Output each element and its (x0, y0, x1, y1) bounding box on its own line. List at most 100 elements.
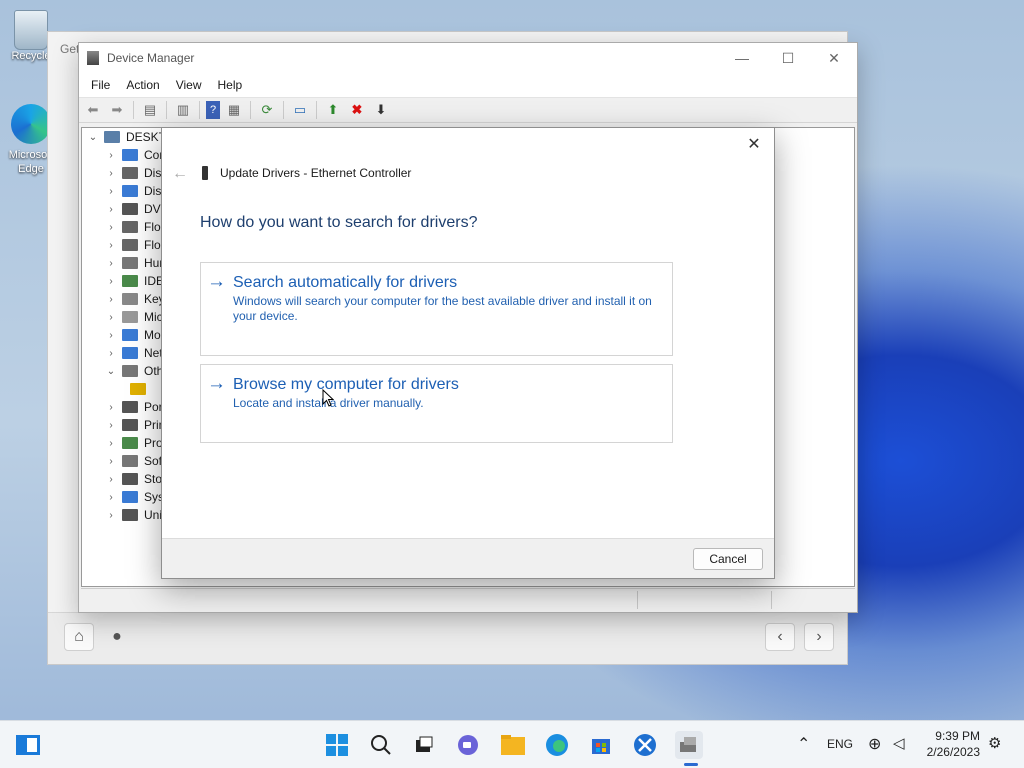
home-button[interactable]: ⌂ (64, 623, 94, 651)
snipping-tool-button[interactable] (631, 731, 659, 759)
search-button[interactable] (367, 731, 395, 759)
dialog-back-button[interactable]: ← (168, 164, 192, 184)
chevron-down-icon[interactable]: ⌄ (86, 132, 100, 143)
tree-category[interactable]: › Disk (104, 164, 167, 182)
chevron-right-icon[interactable]: › (104, 168, 118, 179)
tree-category[interactable]: › Net (104, 344, 162, 362)
dialog-close-button[interactable]: ✕ (740, 132, 768, 156)
download-icon[interactable]: ⬇ (371, 101, 391, 119)
menu-file[interactable]: File (83, 78, 118, 92)
background-window-footer: ⌂ ● ‹ › (48, 612, 847, 664)
globe-icon: ⊕ (868, 736, 882, 753)
close-icon: ✕ (828, 49, 840, 66)
search-icon (371, 735, 391, 755)
task-view-button[interactable] (410, 731, 438, 759)
account-button[interactable]: ● (102, 623, 132, 651)
tree-category[interactable]: › DVD (104, 200, 169, 218)
chevron-right-icon[interactable]: › (104, 420, 118, 431)
show-hidden-icons-button[interactable]: ⌃ (797, 734, 810, 754)
file-explorer-button[interactable] (499, 731, 527, 759)
chevron-right-icon[interactable]: › (104, 222, 118, 233)
chevron-right-icon[interactable]: › (104, 438, 118, 449)
resource-view-icon[interactable]: ▦ (224, 101, 244, 119)
tree-category[interactable]: › Flop (104, 236, 167, 254)
uninstall-device-icon[interactable]: ✖ (347, 101, 367, 119)
chevron-right-icon[interactable]: › (104, 330, 118, 341)
menu-help[interactable]: Help (210, 78, 251, 92)
close-button[interactable]: ✕ (811, 43, 857, 73)
search-automatically-option[interactable]: → Search automatically for drivers Windo… (200, 262, 673, 356)
tree-category[interactable]: › Uni (104, 506, 162, 524)
tree-child-device[interactable] (126, 380, 152, 398)
chevron-right-icon[interactable]: › (104, 510, 118, 521)
chevron-right-icon[interactable]: › (104, 348, 118, 359)
menu-action[interactable]: Action (118, 78, 167, 92)
clock[interactable]: 9:39 PM 2/26/2023 (927, 728, 980, 760)
tree-category[interactable]: ⌄ Oth (104, 362, 164, 380)
chevron-right-icon[interactable]: › (104, 456, 118, 467)
language-indicator[interactable]: ENG (827, 737, 853, 751)
tree-category[interactable]: › Cor (104, 146, 163, 164)
chevron-right-icon[interactable]: › (104, 258, 118, 269)
chevron-right-icon[interactable]: › (104, 204, 118, 215)
chevron-down-icon[interactable]: ⌄ (104, 366, 118, 377)
tree-category[interactable]: › Hun (104, 254, 166, 272)
tree-category[interactable]: › Pro (104, 434, 162, 452)
start-button[interactable] (323, 731, 351, 759)
tree-category[interactable]: › Soft (104, 452, 165, 470)
chevron-up-icon: ⌃ (797, 736, 811, 753)
toolbar: ⬅ ➡ ▤ ▥ ? ▦ ⟳ ▭ ⬆ ✖ ⬇ (79, 97, 857, 123)
chevron-right-icon[interactable]: › (104, 492, 118, 503)
tree-category[interactable]: › Mic (104, 308, 163, 326)
tree-item-label: Mic (144, 310, 163, 324)
minimize-button[interactable]: — (719, 43, 765, 73)
widgets-icon (16, 735, 40, 755)
tree-category[interactable]: › Mo (104, 326, 160, 344)
dialog-question: How do you want to search for drivers? (200, 214, 478, 231)
tree-category[interactable]: › Stor (104, 470, 166, 488)
chevron-right-icon[interactable]: › (104, 402, 118, 413)
tree-item-label: Uni (144, 508, 163, 522)
background-window-title: Get (60, 42, 80, 56)
device-manager-taskbar-button[interactable] (675, 731, 703, 759)
enable-device-icon[interactable]: ⬆ (323, 101, 343, 119)
chevron-right-icon[interactable]: › (104, 186, 118, 197)
browse-computer-option[interactable]: → Browse my computer for drivers Locate … (200, 364, 673, 443)
show-hidden-icon[interactable]: ▥ (173, 101, 193, 119)
chevron-right-icon[interactable]: › (104, 240, 118, 251)
widgets-button[interactable] (14, 731, 42, 759)
tree-category[interactable]: › Disp (104, 182, 168, 200)
tree-category[interactable]: › Prin (104, 416, 165, 434)
volume-button[interactable]: ◁ (893, 734, 905, 752)
tree-category[interactable]: › Flop (104, 218, 167, 236)
update-drivers-dialog: ✕ ← Update Drivers - Ethernet Controller… (161, 127, 775, 579)
help-icon[interactable]: ? (206, 101, 220, 119)
edge-button[interactable] (543, 731, 571, 759)
tree-category[interactable]: › Syst (104, 488, 167, 506)
notifications-button[interactable]: ⚙ (988, 734, 1001, 752)
device-category-icon (122, 509, 138, 521)
device-category-icon (122, 221, 138, 233)
forward-arrow-icon[interactable]: ➡ (107, 101, 127, 119)
cancel-button[interactable]: Cancel (693, 548, 763, 570)
tree-category[interactable]: › IDE (104, 272, 164, 290)
maximize-button[interactable]: ☐ (765, 43, 811, 73)
chevron-right-icon[interactable]: › (104, 294, 118, 305)
chat-button[interactable] (454, 731, 482, 759)
menu-view[interactable]: View (168, 78, 210, 92)
network-button[interactable]: ⊕ (868, 734, 881, 754)
store-button[interactable] (587, 731, 615, 759)
previous-button[interactable]: ‹ (765, 623, 795, 651)
chevron-right-icon[interactable]: › (104, 312, 118, 323)
properties-icon[interactable]: ▤ (140, 101, 160, 119)
tree-category[interactable]: › Key (104, 290, 164, 308)
chevron-right-icon[interactable]: › (104, 276, 118, 287)
next-button[interactable]: › (804, 623, 834, 651)
scan-hardware-icon[interactable]: ▭ (290, 101, 310, 119)
update-driver-icon[interactable]: ⟳ (257, 101, 277, 119)
chevron-right-icon[interactable]: › (104, 474, 118, 485)
tree-category[interactable]: › Por (104, 398, 162, 416)
device-category-icon (122, 185, 138, 197)
chevron-right-icon[interactable]: › (104, 150, 118, 161)
back-arrow-icon[interactable]: ⬅ (83, 101, 103, 119)
